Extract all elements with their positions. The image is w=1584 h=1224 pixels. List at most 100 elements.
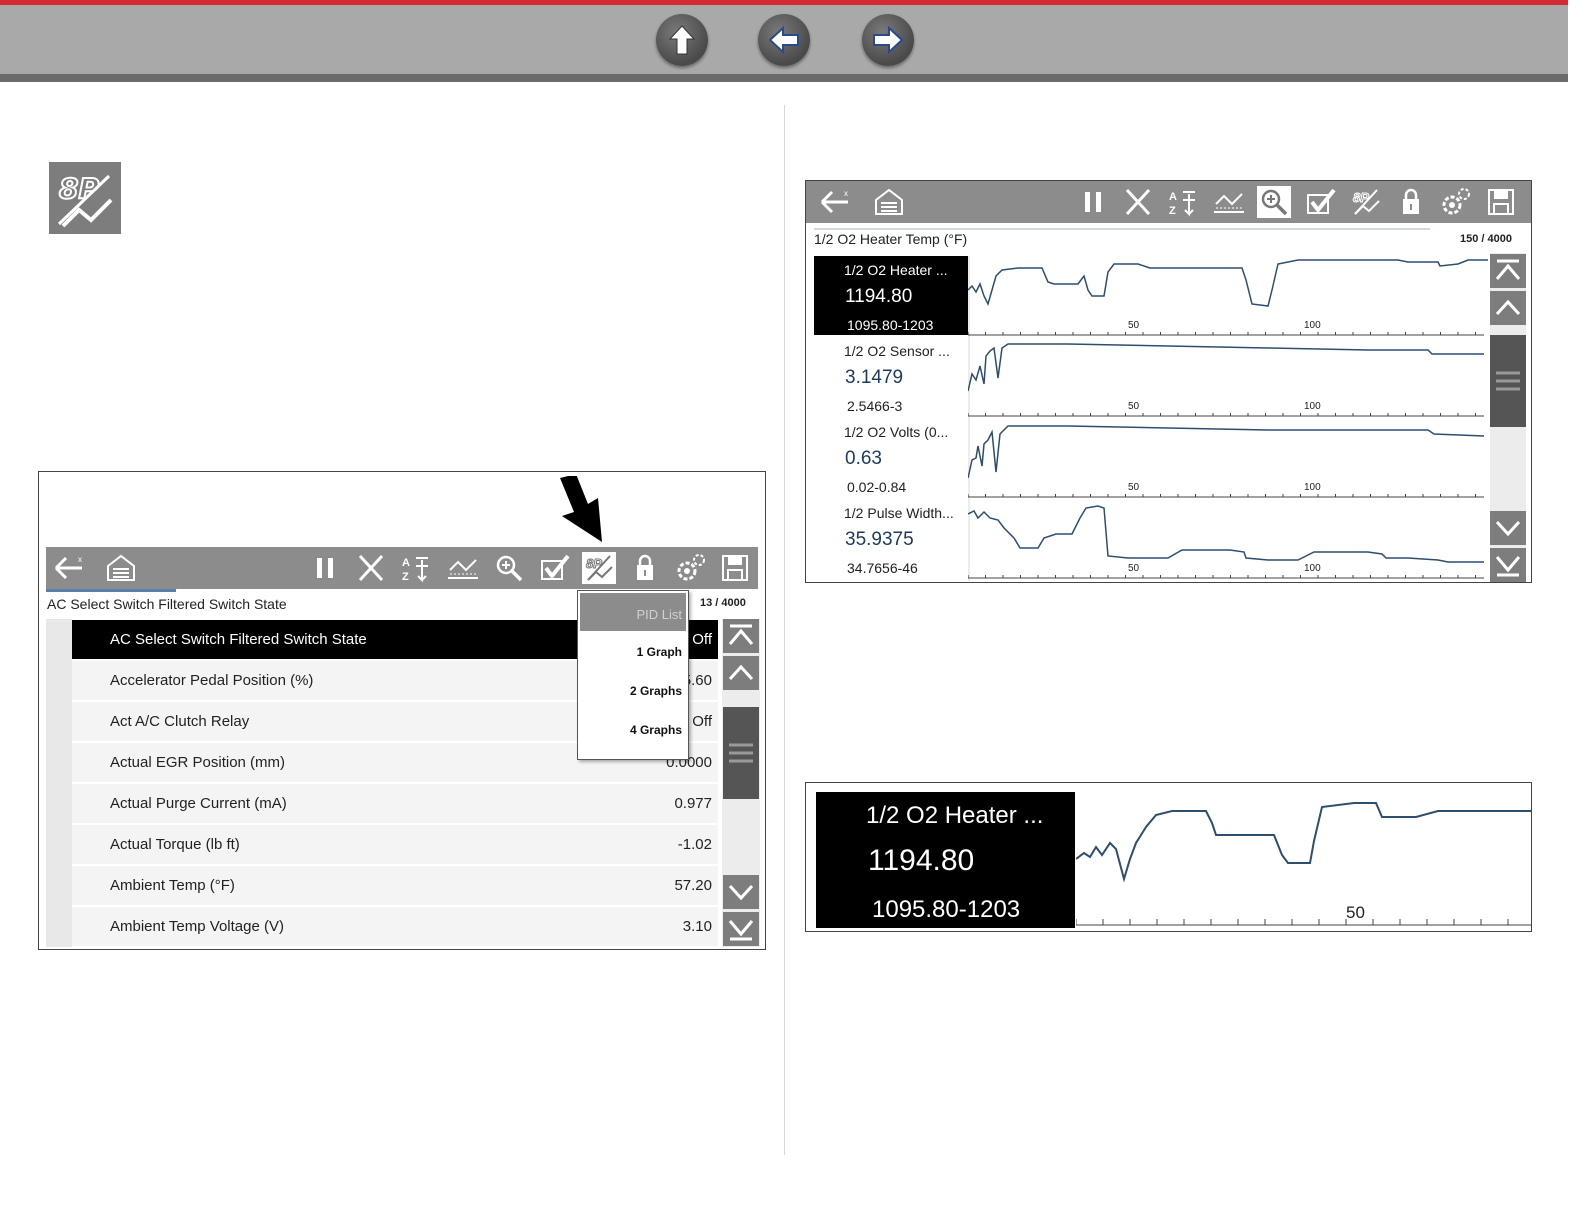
pid-name: 1/2 O2 Heater ...	[844, 262, 948, 278]
list-gutter	[46, 619, 72, 947]
pid-row[interactable]: Ambient Temp (°F) 57.20	[72, 866, 718, 907]
toolbar: x AZ 8P	[806, 181, 1531, 223]
graph-panel[interactable]: 1/2 O2 Sensor ... 3.1479 2.5466-3	[814, 337, 968, 416]
graph-panel[interactable]: 1/2 O2 Volts (0... 0.63 0.02-0.84	[814, 418, 968, 497]
menu-item-label: PID List	[636, 607, 682, 622]
up-button[interactable]	[656, 14, 708, 66]
pid-value: 1194.80	[845, 286, 913, 307]
home-icon[interactable]	[872, 186, 906, 218]
pid-label: AC Select Switch Filtered Switch State	[110, 631, 367, 648]
tick-label: 100	[1304, 401, 1321, 412]
scroll-thumb[interactable]	[1490, 335, 1526, 427]
grip-icon	[1496, 371, 1520, 391]
menu-item-4-graphs[interactable]: 4 Graphs	[630, 723, 682, 737]
chevron-down-icon	[1495, 520, 1521, 537]
pid-row[interactable]: Actual Purge Current (mA) 0.977	[72, 784, 718, 825]
pid-range: 34.7656-46	[847, 560, 918, 576]
toolbar-underline	[46, 589, 176, 592]
clear-icon[interactable]	[354, 552, 388, 584]
menu-item-pid-list[interactable]: PID List	[580, 593, 686, 631]
pid-value: 0.63	[845, 448, 882, 469]
pid-range: 0.02-0.84	[847, 479, 907, 495]
view-toggle-icon[interactable]: 8P	[1349, 186, 1383, 218]
menu-item-2-graphs[interactable]: 2 Graphs	[630, 684, 682, 698]
tick-label: 50	[1128, 482, 1140, 493]
chevron-up-icon	[728, 664, 754, 681]
pause-icon[interactable]	[1076, 186, 1110, 218]
back-exit-icon[interactable]: x	[818, 186, 852, 218]
settings-gear-icon[interactable]	[1439, 186, 1473, 218]
sort-icon[interactable]: AZ	[400, 552, 434, 584]
scroll-up-button[interactable]	[1490, 291, 1526, 325]
pid-value: 3.10	[682, 918, 712, 935]
tick-label: 100	[1304, 563, 1321, 574]
zoomed-trace	[1076, 802, 1531, 926]
graph-trace-icon[interactable]	[446, 552, 480, 584]
scroll-down-button[interactable]	[723, 875, 759, 909]
clear-icon[interactable]	[1121, 186, 1155, 218]
trace-line	[968, 505, 1484, 563]
pid-label: Ambient Temp (°F)	[110, 877, 235, 894]
scroll-top-button[interactable]	[1490, 254, 1526, 288]
pause-icon[interactable]	[308, 552, 342, 584]
pid-value: -1.02	[677, 836, 712, 853]
graph-panel[interactable]: 1/2 Pulse Width... 35.9375 34.7656-46	[814, 499, 968, 578]
double-down-icon	[1495, 556, 1521, 577]
save-icon[interactable]	[718, 552, 752, 584]
pid-range: 2.5466-3	[847, 398, 903, 414]
back-button[interactable]	[758, 14, 810, 66]
tick-label: 50	[1128, 401, 1140, 412]
scroll-top-button[interactable]	[723, 619, 759, 653]
pid-value: 35.9375	[845, 529, 914, 550]
scroll-bottom-button[interactable]	[1490, 548, 1526, 582]
scroll-thumb[interactable]	[723, 707, 759, 799]
graph-view-screenshot: x AZ 8P 1/2 O2 Heater Temp (°F) 150 / 40…	[805, 180, 1532, 583]
right-arrow-icon	[873, 25, 904, 55]
view-toggle-icon[interactable]: 8P	[582, 552, 616, 584]
double-up-icon	[728, 624, 754, 645]
pid-label: Act A/C Clutch Relay	[110, 713, 250, 730]
back-exit-icon[interactable]: x	[52, 552, 86, 584]
settings-gear-icon[interactable]	[674, 552, 708, 584]
svg-text:A: A	[1169, 191, 1177, 203]
view-icon: 8P	[49, 162, 121, 234]
trace-line	[968, 425, 1485, 479]
lock-icon[interactable]	[1394, 186, 1428, 218]
svg-text:8P: 8P	[59, 172, 99, 205]
toolbar: x AZ 8P	[46, 547, 758, 589]
accent-stripe	[0, 0, 1568, 5]
pointer-arrow-icon	[560, 476, 602, 542]
zoom-icon[interactable]	[1257, 186, 1291, 218]
graph-panel[interactable]: 1/2 O2 Heater ... 1194.80 1095.80-1203	[816, 792, 1075, 928]
pid-name: 1/2 O2 Sensor ...	[844, 343, 950, 359]
pid-name: 1/2 Pulse Width...	[844, 505, 954, 521]
pid-value: 1194.80	[868, 844, 975, 877]
sort-icon[interactable]: AZ	[1167, 186, 1201, 218]
pid-row[interactable]: Actual Torque (lb ft) -1.02	[72, 825, 718, 866]
column-divider	[784, 105, 785, 1155]
grip-icon	[729, 743, 753, 763]
chevron-up-icon	[1495, 299, 1521, 316]
zoom-icon[interactable]	[492, 552, 526, 584]
pid-value: 57.20	[674, 877, 712, 894]
svg-text:x: x	[78, 555, 82, 564]
pid-range: 1095.80-1203	[847, 317, 934, 333]
graph-trace-icon[interactable]	[1212, 186, 1246, 218]
select-check-icon[interactable]	[1304, 186, 1338, 218]
graph-panel[interactable]: 1/2 O2 Heater ... 1194.80 1095.80-1203	[814, 256, 968, 335]
forward-button[interactable]	[862, 14, 914, 66]
pid-row[interactable]: Ambient Temp Voltage (V) 3.10	[72, 907, 718, 948]
pid-value: Off	[692, 631, 712, 648]
pid-value: 3.1479	[845, 367, 904, 388]
scroll-down-button[interactable]	[1490, 511, 1526, 545]
record-counter: 150 / 4000	[1460, 233, 1512, 245]
home-icon[interactable]	[104, 552, 138, 584]
header-rule	[814, 228, 1430, 230]
scroll-bottom-button[interactable]	[723, 912, 759, 946]
save-icon[interactable]	[1484, 186, 1518, 218]
scroll-up-button[interactable]	[723, 656, 759, 690]
record-counter: 13 / 4000	[700, 597, 746, 609]
lock-icon[interactable]	[628, 552, 662, 584]
menu-item-1-graph[interactable]: 1 Graph	[637, 645, 682, 659]
select-check-icon[interactable]	[538, 552, 572, 584]
